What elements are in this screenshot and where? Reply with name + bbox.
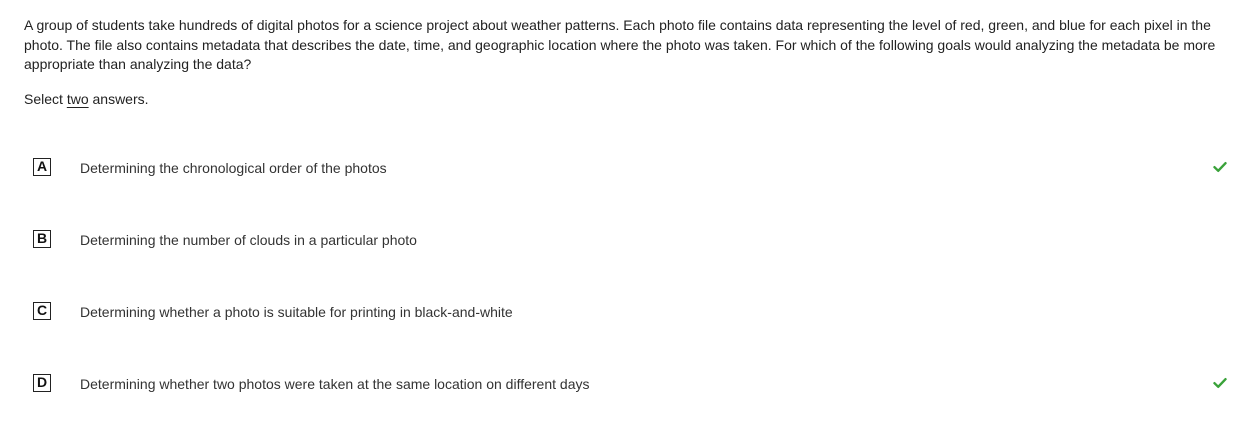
choice-text: Determining whether a photo is suitable … xyxy=(80,304,513,320)
choice-letter-box: A xyxy=(33,158,51,176)
checkmark-icon xyxy=(1213,162,1227,172)
question-prompt: A group of students take hundreds of dig… xyxy=(24,17,1216,72)
choice-letter-box: B xyxy=(33,230,51,248)
choice-letter-box: D xyxy=(33,374,51,392)
choice-b[interactable]: B Determining the number of clouds in a … xyxy=(0,205,1245,277)
checkmark-icon xyxy=(1213,378,1227,388)
choice-d[interactable]: D Determining whether two photos were ta… xyxy=(0,349,1245,421)
instruction-count: two xyxy=(66,91,89,107)
answer-instruction: Select two answers. xyxy=(24,90,149,109)
answer-choices: A Determining the chronological order of… xyxy=(0,133,1245,421)
choice-c[interactable]: C Determining whether a photo is suitabl… xyxy=(0,277,1245,349)
instruction-suffix: answers. xyxy=(88,91,149,107)
instruction-prefix: Select xyxy=(24,91,67,107)
choice-text: Determining the number of clouds in a pa… xyxy=(80,232,417,248)
choice-letter-box: C xyxy=(33,302,51,320)
choice-text: Determining whether two photos were take… xyxy=(80,376,590,392)
choice-a[interactable]: A Determining the chronological order of… xyxy=(0,133,1245,205)
choice-text: Determining the chronological order of t… xyxy=(80,160,387,176)
